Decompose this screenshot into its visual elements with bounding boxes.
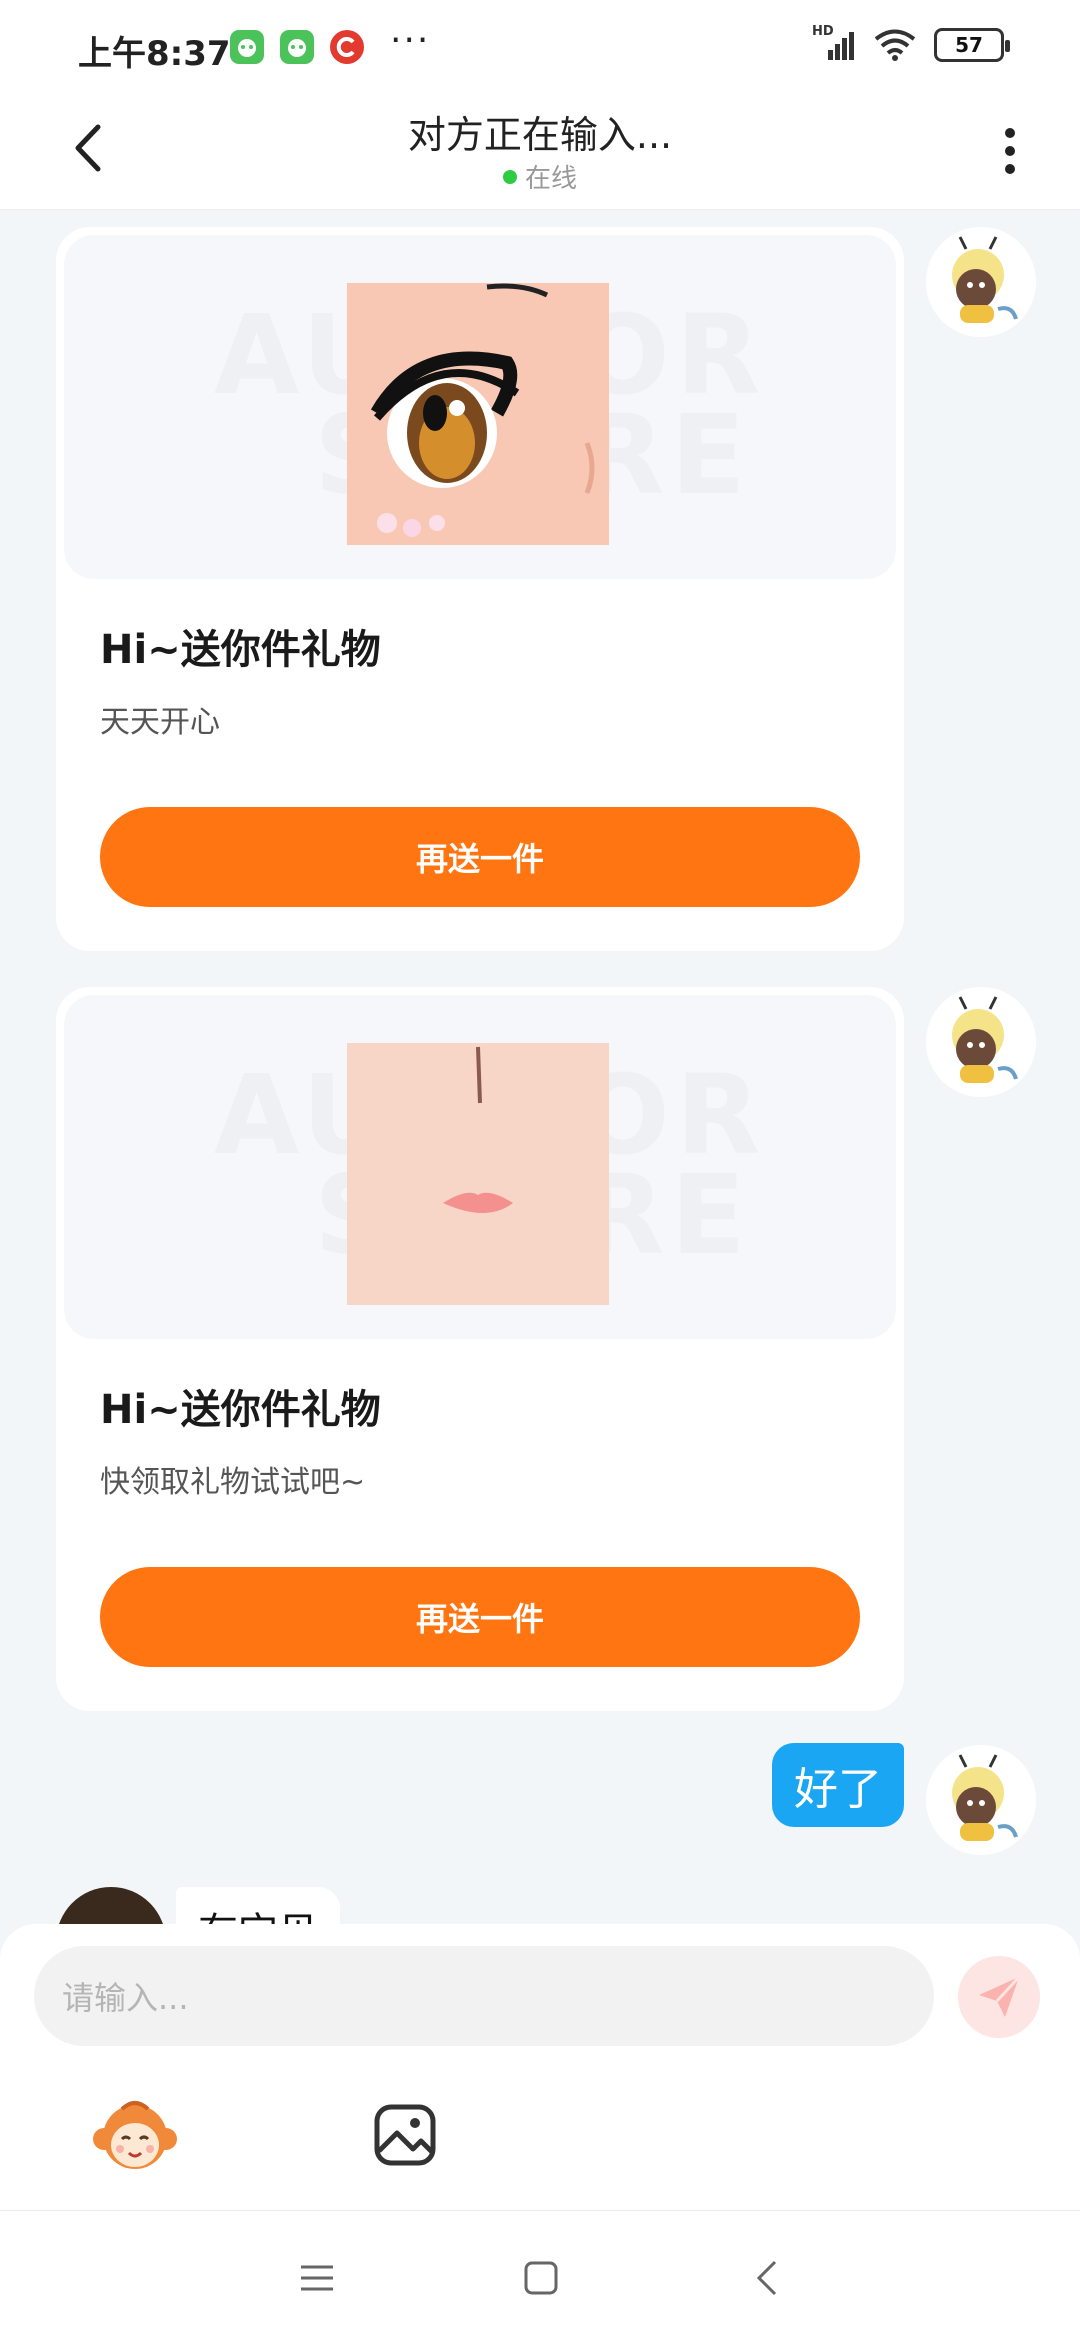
page-title: 对方正在输入... xyxy=(407,113,673,157)
gift-image-area: AUTHORSTORE xyxy=(64,995,896,1339)
app-notification-icon xyxy=(230,30,264,64)
wifi-icon xyxy=(874,29,916,61)
gift-image-area: AUTHORSTORE xyxy=(64,235,896,579)
avatar[interactable] xyxy=(56,1887,166,1927)
status-indicators: HD 57 xyxy=(812,24,1010,62)
sticker-button[interactable] xyxy=(90,2090,180,2180)
online-dot-icon xyxy=(502,169,517,184)
more-dot xyxy=(1005,164,1015,174)
input-panel: 请输入... xyxy=(0,1924,1080,2210)
message-bubble-sent[interactable]: 好了 xyxy=(772,1743,904,1827)
app-notification-icon xyxy=(330,30,364,64)
more-dot xyxy=(1005,146,1015,156)
system-nav-bar xyxy=(0,2210,1080,2340)
status-bar: 上午8:37 ··· HD 57 xyxy=(0,0,1080,96)
send-button[interactable] xyxy=(958,1956,1040,2038)
gift-description: 快领取礼物试试吧~ xyxy=(100,1465,366,1500)
gift-card: AUTHORSTORE Hi~送你件礼物 快领取礼物试试吧~ 再送一件 xyxy=(56,987,904,1711)
square-home-icon xyxy=(524,2261,558,2295)
gift-card: AUTHORSTORE Hi~送你件礼物 天天开心 再送一件 xyxy=(56,227,904,951)
gift-image-eye[interactable] xyxy=(347,283,609,545)
avatar[interactable] xyxy=(926,987,1036,1097)
more-vertical-icon xyxy=(1005,128,1015,138)
gift-title: Hi~送你件礼物 xyxy=(100,627,381,673)
image-icon xyxy=(374,2104,436,2166)
chat-header: 对方正在输入... 在线 xyxy=(0,96,1080,210)
message-list[interactable]: AUTHORSTORE Hi~送你件礼物 天天开心 再送一件 xyxy=(0,211,1080,1927)
app-notification-icon xyxy=(280,30,314,64)
monkey-sticker-icon xyxy=(93,2101,177,2169)
gift-title: Hi~送你件礼物 xyxy=(100,1387,381,1433)
nav-back-button[interactable] xyxy=(742,2253,792,2303)
battery-icon: 57 xyxy=(934,28,1010,62)
status-more-dots: ··· xyxy=(390,20,431,61)
send-again-button[interactable]: 再送一件 xyxy=(100,1567,860,1667)
online-status: 在线 xyxy=(0,158,1080,195)
gift-description: 天天开心 xyxy=(100,705,220,740)
gift-image-mouth[interactable] xyxy=(347,1043,609,1305)
nav-home-button[interactable] xyxy=(516,2253,566,2303)
more-options-button[interactable] xyxy=(988,116,1032,186)
menu-icon xyxy=(301,2265,333,2291)
signal-icon: HD xyxy=(812,24,856,62)
message-input[interactable]: 请输入... xyxy=(34,1946,934,2046)
avatar[interactable] xyxy=(926,1745,1036,1855)
online-status-label: 在线 xyxy=(524,164,577,194)
avatar[interactable] xyxy=(926,227,1036,337)
image-button[interactable] xyxy=(360,2090,450,2180)
message-bubble-received[interactable]: 有宝贝 xyxy=(176,1887,340,1927)
send-again-button[interactable]: 再送一件 xyxy=(100,807,860,907)
triangle-back-icon xyxy=(756,2260,777,2296)
send-plane-icon xyxy=(979,1975,1021,2017)
nav-menu-button[interactable] xyxy=(292,2253,342,2303)
status-time: 上午8:37 xyxy=(78,34,231,74)
